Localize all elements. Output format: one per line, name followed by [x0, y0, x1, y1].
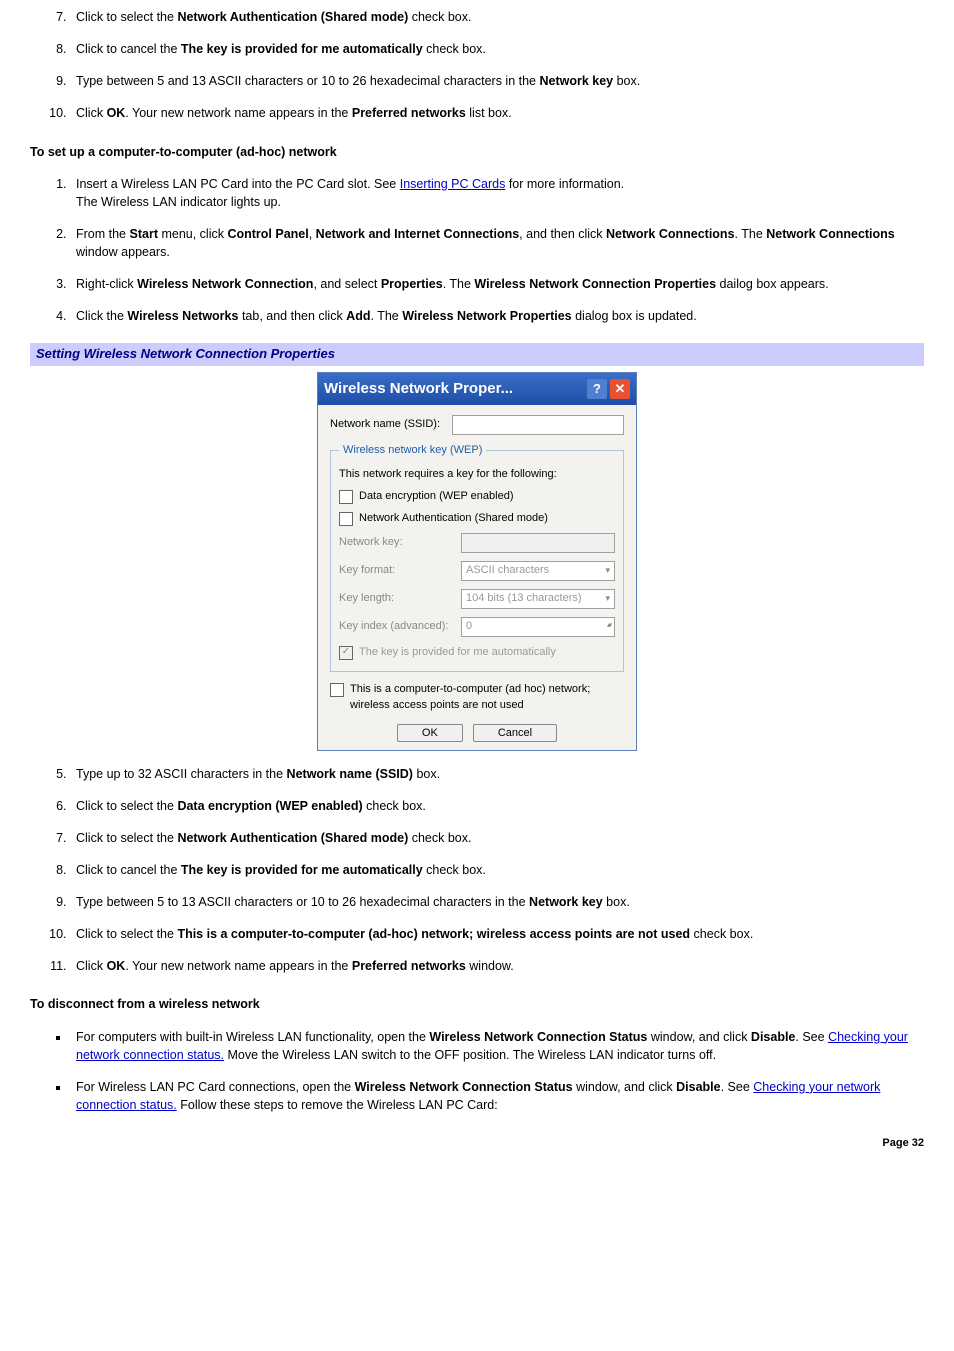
list-item: Click to select the Data encryption (WEP… — [70, 797, 924, 815]
steps-continuation: Click to select the Network Authenticati… — [30, 8, 924, 123]
list-item: Click to cancel the The key is provided … — [70, 861, 924, 879]
list-item: Click OK. Your new network name appears … — [70, 957, 924, 975]
dialog-title: Wireless Network Proper... — [324, 378, 587, 400]
ssid-input[interactable] — [452, 415, 624, 435]
checkbox-auto-key: ✓ The key is provided for me automatical… — [339, 645, 615, 661]
dialog-titlebar: Wireless Network Proper... ? ✕ — [318, 373, 636, 405]
checkbox-icon — [330, 683, 344, 697]
key-index-label: Key index (advanced): — [339, 619, 461, 635]
checkbox-icon — [339, 512, 353, 526]
list-item: Click OK. Your new network name appears … — [70, 104, 924, 122]
checkbox-adhoc[interactable]: This is a computer-to-computer (ad hoc) … — [330, 682, 624, 714]
list-item: Type up to 32 ASCII characters in the Ne… — [70, 765, 924, 783]
list-item: For Wireless LAN PC Card connections, op… — [70, 1078, 924, 1114]
key-format-label: Key format: — [339, 563, 461, 579]
wep-fieldset: Wireless network key (WEP) This network … — [330, 443, 624, 672]
list-item: Click to cancel the The key is provided … — [70, 40, 924, 58]
list-item: Click to select the This is a computer-t… — [70, 925, 924, 943]
dialog-wrapper: Wireless Network Proper... ? ✕ Network n… — [30, 372, 924, 750]
list-item: For computers with built-in Wireless LAN… — [70, 1028, 924, 1064]
steps-adhoc: Insert a Wireless LAN PC Card into the P… — [30, 175, 924, 326]
key-index-spinner: 0 — [461, 617, 615, 637]
key-length-select: 104 bits (13 characters) — [461, 589, 615, 609]
ok-button[interactable]: OK — [397, 724, 463, 742]
help-icon[interactable]: ? — [587, 379, 607, 399]
list-item: Insert a Wireless LAN PC Card into the P… — [70, 175, 924, 211]
heading-adhoc: To set up a computer-to-computer (ad-hoc… — [30, 143, 924, 161]
close-icon[interactable]: ✕ — [610, 379, 630, 399]
list-item: From the Start menu, click Control Panel… — [70, 225, 924, 261]
list-item: Type between 5 to 13 ASCII characters or… — [70, 893, 924, 911]
list-item: Type between 5 and 13 ASCII characters o… — [70, 72, 924, 90]
network-key-label: Network key: — [339, 535, 461, 551]
key-format-select: ASCII characters — [461, 561, 615, 581]
network-key-input — [461, 533, 615, 553]
link-inserting-pc-cards[interactable]: Inserting PC Cards — [400, 177, 506, 191]
figure-caption: Setting Wireless Network Connection Prop… — [30, 343, 924, 366]
ssid-label: Network name (SSID): — [330, 417, 452, 433]
checkbox-icon — [339, 490, 353, 504]
requires-text: This network requires a key for the foll… — [339, 467, 615, 483]
disconnect-bullets: For computers with built-in Wireless LAN… — [30, 1028, 924, 1115]
key-length-label: Key length: — [339, 591, 461, 607]
page-number: Page 32 — [30, 1136, 924, 1152]
checkbox-auth[interactable]: Network Authentication (Shared mode) — [339, 511, 615, 527]
list-item: Right-click Wireless Network Connection,… — [70, 275, 924, 293]
checkbox-wep[interactable]: Data encryption (WEP enabled) — [339, 489, 615, 505]
list-item: Click to select the Network Authenticati… — [70, 829, 924, 847]
list-item: Click to select the Network Authenticati… — [70, 8, 924, 26]
checkbox-icon: ✓ — [339, 646, 353, 660]
wireless-properties-dialog: Wireless Network Proper... ? ✕ Network n… — [317, 372, 637, 750]
heading-disconnect: To disconnect from a wireless network — [30, 995, 924, 1013]
wep-legend: Wireless network key (WEP) — [339, 443, 486, 459]
steps-after-dialog: Type up to 32 ASCII characters in the Ne… — [30, 765, 924, 976]
list-item: Click the Wireless Networks tab, and the… — [70, 307, 924, 325]
cancel-button[interactable]: Cancel — [473, 724, 557, 742]
